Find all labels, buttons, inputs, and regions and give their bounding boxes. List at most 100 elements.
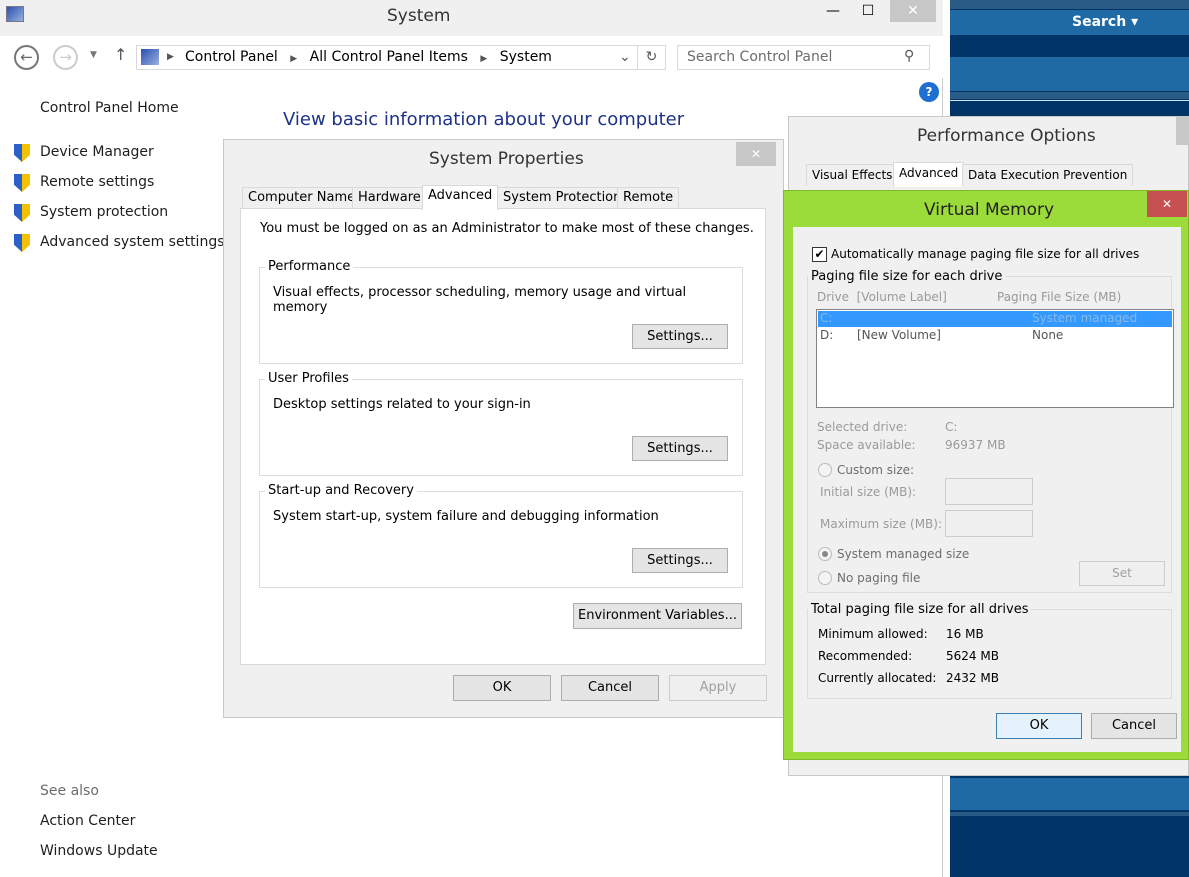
close-button[interactable]: ✕ <box>736 142 776 166</box>
environment-variables-button[interactable]: Environment Variables... <box>573 603 742 629</box>
refresh-icon[interactable]: ↻ <box>637 46 665 69</box>
auto-manage-checkbox[interactable]: ✔ <box>812 247 827 262</box>
search-menu[interactable]: Search ▾ <box>1072 14 1138 30</box>
system-managed-radio[interactable] <box>818 547 832 561</box>
group-title: Performance <box>265 259 354 274</box>
paging-file-group: Paging file size for each drive Drive [V… <box>807 269 1174 593</box>
page-title: View basic information about your comput… <box>283 109 685 130</box>
shield-icon <box>14 174 30 192</box>
tab-computer-name[interactable]: Computer Name <box>242 187 362 209</box>
address-bar[interactable]: ▶ Control Panel ▶ All Control Panel Item… <box>136 45 666 70</box>
shield-icon <box>14 204 30 222</box>
sidebar-item-device-manager[interactable]: Device Manager <box>14 144 225 174</box>
dialog-body: ✔ Automatically manage paging file size … <box>793 227 1181 752</box>
search-input[interactable]: Search Control Panel <box>677 45 930 70</box>
ok-button[interactable]: OK <box>996 713 1082 739</box>
see-also-heading: See also <box>40 783 99 799</box>
group-title: Total paging file size for all drives <box>808 602 1032 617</box>
window-title: System <box>387 6 451 26</box>
chevron-right-icon: ▶ <box>167 52 174 62</box>
group-title: Start-up and Recovery <box>265 483 417 498</box>
sidebar-list: Device Manager Remote settings System pr… <box>14 144 225 264</box>
selected-drive-value: C: <box>945 420 958 434</box>
shield-icon <box>14 144 30 162</box>
space-available-label: Space available: <box>817 438 916 452</box>
help-icon[interactable]: ? <box>919 82 939 102</box>
drive-size: None <box>1032 328 1064 342</box>
no-paging-radio[interactable] <box>818 571 832 585</box>
space-available-value: 96937 MB <box>945 438 1006 452</box>
group-description: System start-up, system failure and debu… <box>273 509 659 524</box>
tab-visual-effects[interactable]: Visual Effects <box>806 164 899 186</box>
minimum-allowed-value: 16 MB <box>946 627 984 641</box>
admin-note: You must be logged on as an Administrato… <box>260 221 754 236</box>
back-button[interactable]: ← <box>14 45 39 70</box>
drive-size: System managed <box>1032 311 1138 325</box>
close-button[interactable]: ✕ <box>890 0 936 22</box>
close-button[interactable] <box>1176 117 1189 145</box>
startup-settings-button[interactable]: Settings... <box>632 548 728 573</box>
sidebar-item-system-protection[interactable]: System protection <box>14 204 225 234</box>
virtual-memory-dialog: Virtual Memory ✕ ✔ Automatically manage … <box>783 190 1189 760</box>
address-dropdown-icon[interactable]: ⌄ <box>619 46 631 69</box>
group-title: Paging file size for each drive <box>808 269 1006 284</box>
tab-system-protection[interactable]: System Protection <box>497 187 628 209</box>
recommended-label: Recommended: <box>818 649 913 663</box>
maximize-button[interactable]: ☐ <box>845 0 891 22</box>
system-icon <box>141 49 159 65</box>
user-profiles-group: User Profiles Desktop settings related t… <box>259 371 743 476</box>
title-bar: System — ☐ ✕ <box>0 0 943 36</box>
tab-data-execution-prevention[interactable]: Data Execution Prevention <box>962 164 1134 186</box>
initial-size-input[interactable] <box>945 478 1033 505</box>
tab-panel-advanced: You must be logged on as an Administrato… <box>240 208 766 665</box>
tab-hardware[interactable]: Hardware <box>352 187 427 209</box>
currently-allocated-value: 2432 MB <box>946 671 999 685</box>
chevron-right-icon: ▶ <box>480 54 488 64</box>
custom-size-radio[interactable] <box>818 463 832 477</box>
recent-dropdown-icon[interactable]: ▼ <box>90 50 97 60</box>
search-icon[interactable]: ⚲ <box>904 48 914 64</box>
shield-icon <box>14 234 30 252</box>
initial-size-label: Initial size (MB): <box>820 485 917 499</box>
windows-update-link[interactable]: Windows Update <box>40 843 158 859</box>
tab-advanced[interactable]: Advanced <box>422 185 499 210</box>
auto-manage-label: Automatically manage paging file size fo… <box>831 247 1140 261</box>
tab-remote[interactable]: Remote <box>617 187 680 209</box>
close-button[interactable]: ✕ <box>1147 191 1187 217</box>
maximum-size-label: Maximum size (MB): <box>820 517 943 531</box>
maximum-size-input[interactable] <box>945 510 1033 537</box>
action-center-link[interactable]: Action Center <box>40 813 135 829</box>
chevron-right-icon: ▶ <box>290 54 298 64</box>
tab-advanced[interactable]: Advanced <box>893 162 965 187</box>
minimum-allowed-label: Minimum allowed: <box>818 627 928 641</box>
sidebar-item-advanced-system-settings[interactable]: Advanced system settings <box>14 234 225 264</box>
system-managed-label: System managed size <box>837 547 970 561</box>
column-header-size: Paging File Size (MB) <box>997 290 1122 304</box>
drive-list[interactable]: C: System managed D: [New Volume] None <box>816 309 1174 408</box>
system-icon <box>6 6 24 22</box>
performance-group: Performance Visual effects, processor sc… <box>259 259 743 364</box>
performance-settings-button[interactable]: Settings... <box>632 324 728 349</box>
control-panel-home-link[interactable]: Control Panel Home <box>40 100 179 116</box>
cancel-button[interactable]: Cancel <box>1091 713 1177 739</box>
no-paging-label: No paging file <box>837 571 921 585</box>
custom-size-label: Custom size: <box>837 463 915 477</box>
dialog-title: Performance Options <box>917 126 1096 146</box>
up-button[interactable]: ↑ <box>114 45 127 64</box>
group-description: Desktop settings related to your sign-in <box>273 397 531 412</box>
breadcrumb-system[interactable]: System <box>500 49 552 65</box>
cancel-button[interactable]: Cancel <box>561 675 659 701</box>
drive-row-d[interactable]: D: [New Volume] None <box>818 328 1172 344</box>
drive-row-c[interactable]: C: System managed <box>818 311 1172 327</box>
currently-allocated-label: Currently allocated: <box>818 671 937 685</box>
user-profiles-settings-button[interactable]: Settings... <box>632 436 728 461</box>
set-button[interactable]: Set <box>1079 561 1165 586</box>
breadcrumb-control-panel[interactable]: Control Panel <box>185 49 278 65</box>
apply-button[interactable]: Apply <box>669 675 767 701</box>
group-description: Visual effects, processor scheduling, me… <box>273 285 687 315</box>
sidebar-item-remote-settings[interactable]: Remote settings <box>14 174 225 204</box>
breadcrumb-all-items[interactable]: All Control Panel Items <box>310 49 468 65</box>
drive-label: [New Volume] <box>857 328 941 342</box>
forward-button[interactable]: → <box>53 45 78 70</box>
ok-button[interactable]: OK <box>453 675 551 701</box>
